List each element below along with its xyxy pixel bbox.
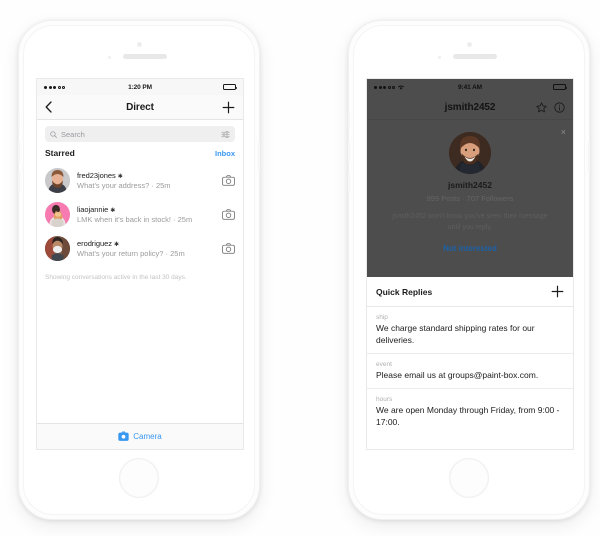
avatar xyxy=(45,235,70,261)
search-placeholder: Search xyxy=(61,129,85,139)
conversation-text: liaojannie ✱ LMK when it's back in stock… xyxy=(77,205,215,224)
starred-marker-icon: ✱ xyxy=(117,173,123,180)
profile-note: jsmith2452 won't know you've seen their … xyxy=(392,213,548,231)
earpiece-speaker xyxy=(453,54,497,59)
quick-reply-shortcut: ship xyxy=(376,314,388,321)
not-interested-button[interactable]: Not interested xyxy=(367,244,573,253)
profile-username: jsmith2452 xyxy=(448,180,492,190)
starred-section-header: Starred Inbox xyxy=(37,142,243,163)
screen-thread-quick-replies: 9:41 AM jsmith2452 × jsmith2452 999 Post… xyxy=(366,78,574,450)
tune-sliders-icon[interactable] xyxy=(221,130,230,139)
add-quick-reply-button[interactable] xyxy=(551,285,564,298)
avatar xyxy=(45,167,70,193)
quick-replies-title: Quick Replies xyxy=(376,286,433,297)
search-area: Search xyxy=(37,120,243,142)
home-button[interactable] xyxy=(449,458,489,498)
silent-switch[interactable] xyxy=(18,113,20,127)
search-icon xyxy=(50,130,57,138)
section-title: Starred xyxy=(45,148,75,158)
volume-up-button[interactable] xyxy=(348,141,350,163)
quick-reply-shortcut: event xyxy=(376,360,392,368)
power-button[interactable] xyxy=(258,141,260,173)
volume-down-button[interactable] xyxy=(18,171,20,193)
home-button[interactable] xyxy=(119,458,159,498)
star-outline-icon[interactable] xyxy=(536,101,547,113)
profile-stats: 999 Posts · 707 Followers xyxy=(426,194,514,203)
navigation-bar: Direct xyxy=(37,95,243,120)
camera-icon[interactable] xyxy=(222,242,235,254)
screen-direct-inbox: 1:20 PM Direct Search Starred Inbox fred… xyxy=(36,78,244,450)
camera-tab-bar[interactable]: Camera xyxy=(37,423,243,449)
power-button[interactable] xyxy=(588,141,590,173)
quick-reply-item[interactable]: hours We are open Monday through Friday,… xyxy=(367,388,573,435)
navigation-actions xyxy=(536,101,565,113)
status-bar-time: 1:20 PM xyxy=(128,83,152,91)
quick-reply-message: Please email us at groups@paint-box.com. xyxy=(376,369,539,380)
info-circle-icon[interactable] xyxy=(554,101,565,113)
phone-device-right: 9:41 AM jsmith2452 × jsmith2452 999 Post… xyxy=(348,20,590,520)
camera-tab-label: Camera xyxy=(133,432,162,441)
front-camera-icon xyxy=(136,42,142,47)
page-title: Direct xyxy=(126,101,154,113)
volume-up-button[interactable] xyxy=(18,141,20,163)
conversation-text: erodriguez ✱ What's your return policy? … xyxy=(77,239,215,258)
conversation-preview: LMK when it's back in stock! · 25m xyxy=(77,214,193,224)
proximity-sensor-icon xyxy=(108,56,111,59)
camera-filled-icon xyxy=(118,431,129,442)
phone-device-left: 1:20 PM Direct Search Starred Inbox fred… xyxy=(18,20,260,520)
status-bar: 1:20 PM xyxy=(37,79,243,95)
conversation-preview: What's your return policy? · 25m xyxy=(77,248,185,258)
conversation-row[interactable]: liaojannie ✱ LMK when it's back in stock… xyxy=(37,197,243,231)
avatar xyxy=(449,132,491,174)
quick-reply-item[interactable]: ship We charge standard shipping rates f… xyxy=(367,307,573,354)
conversation-name: fred23jones ✱ xyxy=(77,170,123,180)
status-bar-time: 9:41 AM xyxy=(458,83,482,91)
footnote-text: Showing conversations active in the last… xyxy=(45,274,187,281)
battery-icon xyxy=(223,83,238,91)
volume-down-button[interactable] xyxy=(348,171,350,193)
search-input[interactable]: Search xyxy=(45,126,235,142)
starred-marker-icon: ✱ xyxy=(110,207,116,214)
quick-reply-message: We are open Monday through Friday, from … xyxy=(376,404,560,427)
camera-icon[interactable] xyxy=(222,174,235,186)
conversation-row[interactable]: erodriguez ✱ What's your return policy? … xyxy=(37,231,243,265)
conversation-preview: What's your address? · 25m xyxy=(77,180,171,190)
new-message-button[interactable] xyxy=(222,101,235,114)
status-bar-right xyxy=(553,83,568,91)
back-button[interactable] xyxy=(45,101,52,113)
starred-marker-icon: ✱ xyxy=(114,241,119,248)
conversation-name: erodriguez ✱ xyxy=(77,238,119,248)
conversation-text: fred23jones ✱ What's your address? · 25m xyxy=(77,171,215,190)
conversation-name: liaojannie ✱ xyxy=(77,204,116,214)
earpiece-speaker xyxy=(123,54,167,59)
profile-overlay: × jsmith2452 999 Posts · 707 Followers j… xyxy=(367,120,573,277)
navigation-bar: jsmith2452 xyxy=(367,95,573,120)
status-bar-right xyxy=(223,83,238,91)
inbox-link[interactable]: Inbox xyxy=(215,149,235,158)
conversation-row[interactable]: fred23jones ✱ What's your address? · 25m xyxy=(37,163,243,197)
battery-icon xyxy=(553,83,568,91)
quick-reply-shortcut: hours xyxy=(376,395,393,403)
avatar xyxy=(45,201,70,227)
proximity-sensor-icon xyxy=(438,56,441,59)
silent-switch[interactable] xyxy=(348,113,350,127)
camera-icon[interactable] xyxy=(222,208,235,220)
quick-replies-header: Quick Replies xyxy=(367,277,573,307)
quick-reply-message: We charge standard shipping rates for ou… xyxy=(376,323,535,345)
close-x-icon[interactable]: × xyxy=(561,128,566,137)
screenshot-stage: 1:20 PM Direct Search Starred Inbox fred… xyxy=(0,0,600,536)
status-bar: 9:41 AM xyxy=(367,79,573,95)
quick-reply-item[interactable]: event Please email us at groups@paint-bo… xyxy=(367,353,573,389)
front-camera-icon xyxy=(466,42,472,47)
